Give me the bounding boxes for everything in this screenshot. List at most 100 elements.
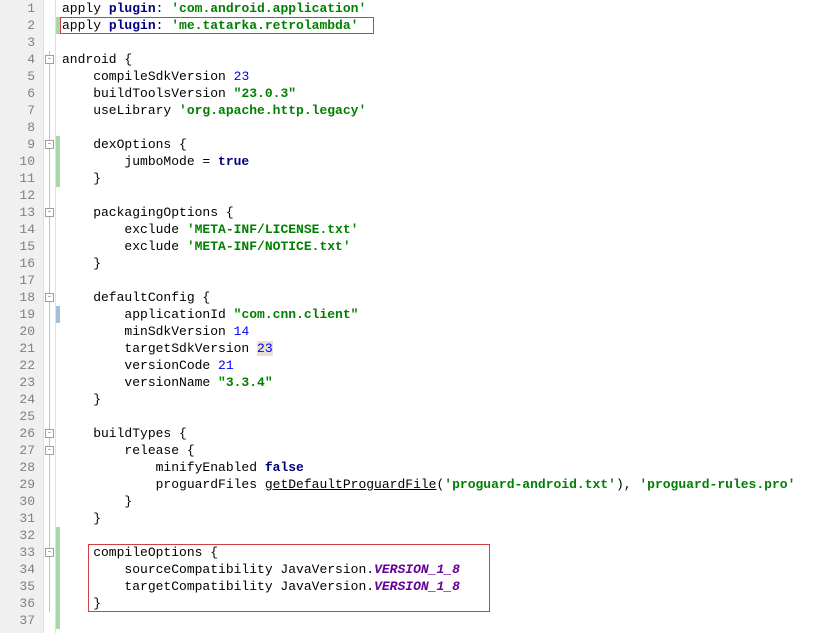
code-line[interactable]: applicationId "com.cnn.client" — [62, 306, 836, 323]
line-number: 28 — [0, 459, 35, 476]
code-token: compileOptions { — [62, 545, 218, 560]
code-token: exclude — [62, 239, 187, 254]
line-number: 17 — [0, 272, 35, 289]
code-token: apply — [62, 18, 109, 33]
code-line[interactable]: exclude 'META-INF/NOTICE.txt' — [62, 238, 836, 255]
code-line[interactable]: } — [62, 493, 836, 510]
code-line[interactable]: } — [62, 595, 836, 612]
code-token: exclude — [62, 222, 187, 237]
code-token: 'proguard-rules.pro' — [639, 477, 795, 492]
code-token: VERSION_1_8 — [374, 579, 460, 594]
code-line[interactable]: android { — [62, 51, 836, 68]
code-token: : — [156, 18, 172, 33]
code-token: "3.3.4" — [218, 375, 273, 390]
fold-cell — [44, 17, 55, 34]
line-number: 18 — [0, 289, 35, 306]
code-line[interactable]: versionCode 21 — [62, 357, 836, 374]
fold-cell — [44, 493, 55, 510]
fold-collapse-icon[interactable]: - — [45, 446, 54, 455]
code-line[interactable] — [62, 527, 836, 544]
fold-cell: - — [44, 136, 55, 153]
fold-cell — [44, 85, 55, 102]
line-number: 35 — [0, 578, 35, 595]
code-line[interactable]: release { — [62, 442, 836, 459]
fold-collapse-icon[interactable]: - — [45, 55, 54, 64]
code-token: jumboMode = — [62, 154, 218, 169]
line-number: 2 — [0, 17, 35, 34]
fold-cell — [44, 510, 55, 527]
code-token: VERSION_1_8 — [374, 562, 460, 577]
code-line[interactable] — [62, 187, 836, 204]
fold-cell — [44, 476, 55, 493]
code-line[interactable]: } — [62, 510, 836, 527]
code-line[interactable]: apply plugin: 'com.android.application' — [62, 0, 836, 17]
line-number: 30 — [0, 493, 35, 510]
fold-cell — [44, 578, 55, 595]
code-line[interactable] — [62, 34, 836, 51]
code-line[interactable] — [62, 408, 836, 425]
code-line[interactable]: proguardFiles getDefaultProguardFile('pr… — [62, 476, 836, 493]
code-line[interactable]: defaultConfig { — [62, 289, 836, 306]
code-line[interactable]: } — [62, 391, 836, 408]
fold-cell — [44, 612, 55, 629]
code-line[interactable]: exclude 'META-INF/LICENSE.txt' — [62, 221, 836, 238]
fold-collapse-icon[interactable]: - — [45, 208, 54, 217]
code-line[interactable]: minifyEnabled false — [62, 459, 836, 476]
code-token: ), — [616, 477, 639, 492]
line-number: 3 — [0, 34, 35, 51]
code-line[interactable]: packagingOptions { — [62, 204, 836, 221]
fold-cell — [44, 255, 55, 272]
code-line[interactable]: compileSdkVersion 23 — [62, 68, 836, 85]
fold-collapse-icon[interactable]: - — [45, 140, 54, 149]
code-token: } — [62, 494, 132, 509]
line-number: 24 — [0, 391, 35, 408]
fold-cell — [44, 119, 55, 136]
code-line[interactable]: targetCompatibility JavaVersion.VERSION_… — [62, 578, 836, 595]
code-line[interactable]: } — [62, 255, 836, 272]
fold-collapse-icon[interactable]: - — [45, 548, 54, 557]
fold-collapse-icon[interactable]: - — [45, 429, 54, 438]
code-line[interactable]: } — [62, 170, 836, 187]
code-line[interactable]: sourceCompatibility JavaVersion.VERSION_… — [62, 561, 836, 578]
line-number: 12 — [0, 187, 35, 204]
code-line[interactable]: minSdkVersion 14 — [62, 323, 836, 340]
line-number: 33 — [0, 544, 35, 561]
fold-cell — [44, 527, 55, 544]
code-token: plugin — [109, 1, 156, 16]
fold-collapse-icon[interactable]: - — [45, 293, 54, 302]
fold-cell — [44, 306, 55, 323]
line-number: 26 — [0, 425, 35, 442]
code-line[interactable]: buildTypes { — [62, 425, 836, 442]
code-line[interactable]: versionName "3.3.4" — [62, 374, 836, 391]
code-line[interactable] — [62, 119, 836, 136]
code-token: false — [265, 460, 304, 475]
code-line[interactable]: useLibrary 'org.apache.http.legacy' — [62, 102, 836, 119]
code-line[interactable]: jumboMode = true — [62, 153, 836, 170]
fold-cell: - — [44, 544, 55, 561]
line-number: 16 — [0, 255, 35, 272]
code-line[interactable]: dexOptions { — [62, 136, 836, 153]
code-token: 'proguard-android.txt' — [444, 477, 616, 492]
fold-cell — [44, 170, 55, 187]
fold-gutter: - - - - - - - — [44, 0, 56, 633]
code-line[interactable]: targetSdkVersion 23 — [62, 340, 836, 357]
fold-cell — [44, 391, 55, 408]
code-line[interactable]: compileOptions { — [62, 544, 836, 561]
fold-cell — [44, 340, 55, 357]
line-number: 23 — [0, 374, 35, 391]
code-token: "23.0.3" — [234, 86, 296, 101]
code-token: packagingOptions { — [62, 205, 234, 220]
code-line[interactable] — [62, 272, 836, 289]
line-number: 4 — [0, 51, 35, 68]
code-line[interactable]: buildToolsVersion "23.0.3" — [62, 85, 836, 102]
line-number: 9 — [0, 136, 35, 153]
code-token: defaultConfig { — [62, 290, 210, 305]
fold-cell — [44, 459, 55, 476]
code-line[interactable] — [62, 612, 836, 629]
line-number: 14 — [0, 221, 35, 238]
code-token: buildTypes { — [62, 426, 187, 441]
code-content[interactable]: apply plugin: 'com.android.application'a… — [60, 0, 836, 633]
code-line[interactable]: apply plugin: 'me.tatarka.retrolambda' — [62, 17, 836, 34]
fold-cell — [44, 187, 55, 204]
line-number: 13 — [0, 204, 35, 221]
